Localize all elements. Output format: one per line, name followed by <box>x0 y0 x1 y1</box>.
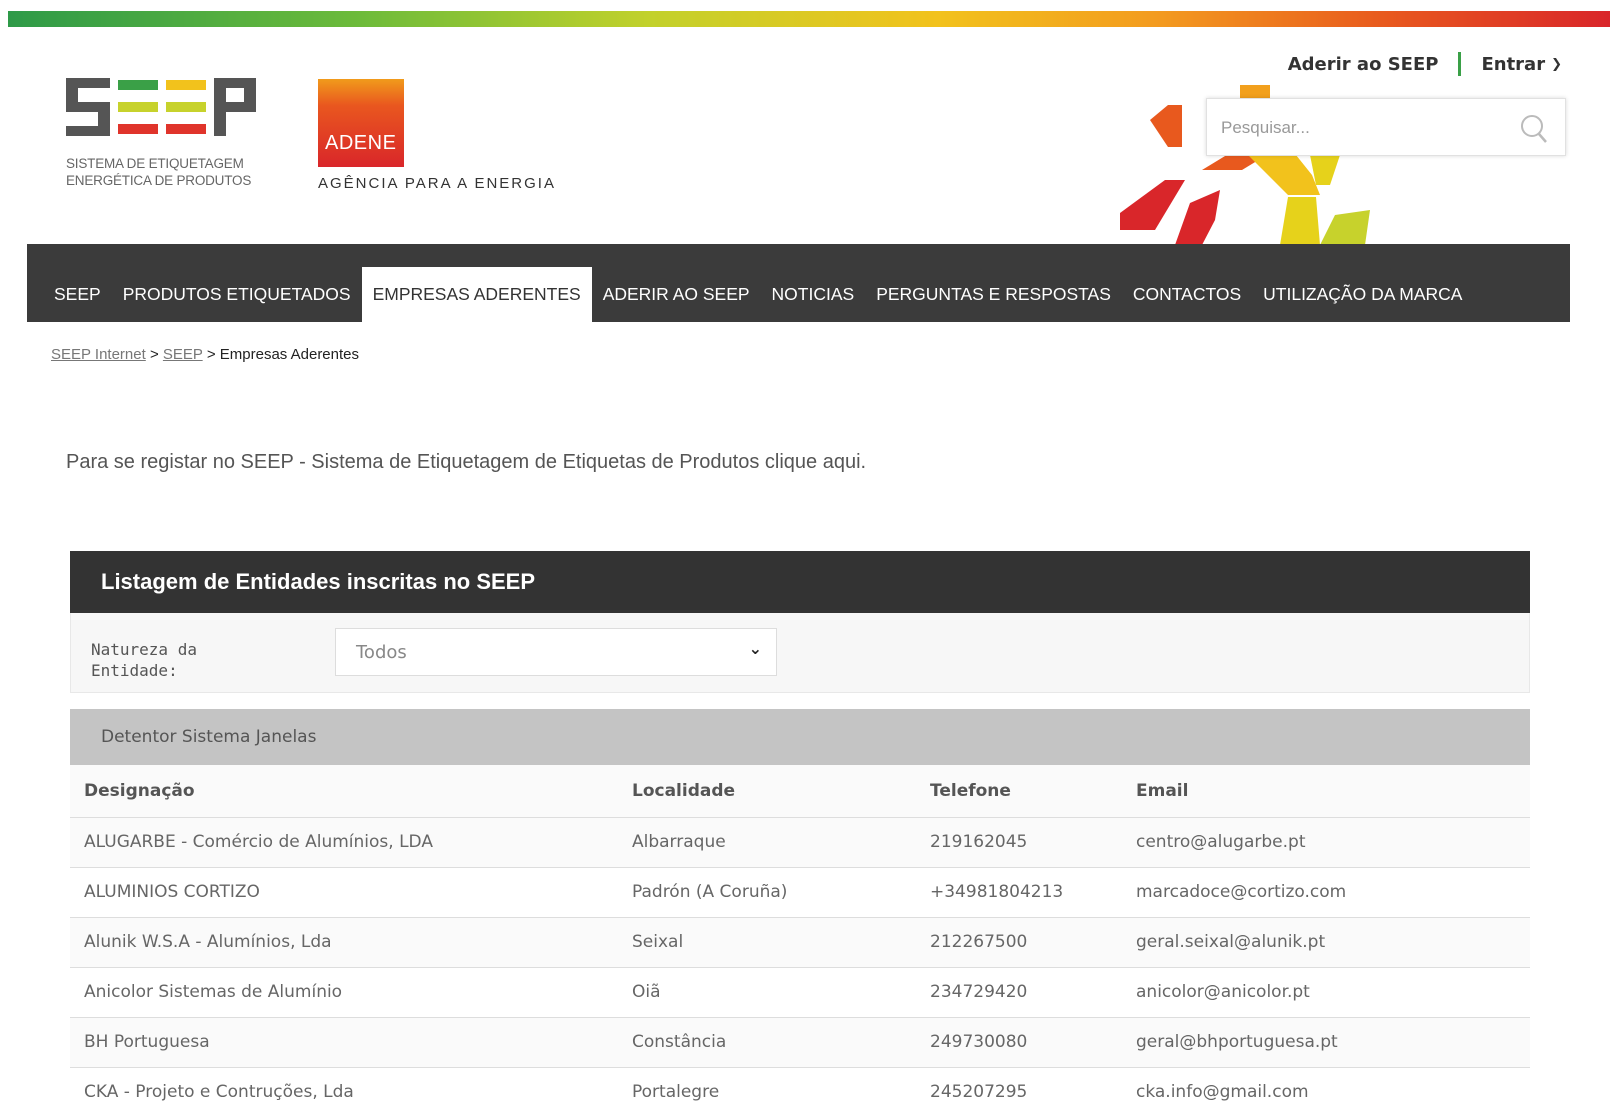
adene-logo[interactable]: ADENE AGÊNCIA PARA A ENERGIA <box>318 79 578 199</box>
column-header-telefone[interactable]: Telefone <box>916 765 1122 818</box>
seep-subtitle-line1: SISTEMA DE ETIQUETAGEM <box>66 156 244 171</box>
adene-tagline: AGÊNCIA PARA A ENERGIA <box>318 175 556 192</box>
table-header-row: Designação Localidade Telefone Email <box>70 765 1530 818</box>
main-nav: SEEP PRODUTOS ETIQUETADOS EMPRESAS ADERE… <box>27 244 1570 322</box>
nav-item-contactos[interactable]: CONTACTOS <box>1122 267 1252 322</box>
nav-item-noticias[interactable]: NOTICIAS <box>761 267 866 322</box>
join-seep-link[interactable]: Aderir ao SEEP <box>1288 54 1439 75</box>
nav-item-perguntas-e-respostas[interactable]: PERGUNTAS E RESPOSTAS <box>865 267 1122 322</box>
group-title: Detentor Sistema Janelas <box>70 709 1530 765</box>
cell-localidade: Oiã <box>618 967 916 1018</box>
cell-designacao: BH Portuguesa <box>70 1017 618 1068</box>
nav-item-seep[interactable]: SEEP <box>43 267 112 322</box>
top-links: Aderir ao SEEP Entrar ❯ <box>1288 52 1562 76</box>
seep-logo-mark <box>66 78 256 136</box>
table-row: ALUMINIOS CORTIZO Padrón (A Coruña) +349… <box>70 867 1530 918</box>
filter-row: Natureza da Entidade: Todos ⌄ <box>70 613 1530 693</box>
search-input[interactable] <box>1221 113 1511 143</box>
adene-logo-mark: ADENE <box>318 79 404 167</box>
filter-label: Natureza da Entidade: <box>91 640 197 680</box>
cell-localidade: Albarraque <box>618 817 916 868</box>
breadcrumb-current: Empresas Aderentes <box>219 346 360 363</box>
entities-table: Designação Localidade Telefone Email ALU… <box>70 765 1530 1109</box>
panel-title: Listagem de Entidades inscritas no SEEP <box>70 551 1530 613</box>
cell-localidade: Constância <box>618 1017 916 1068</box>
cell-email[interactable]: cka.info@gmail.com <box>1122 1067 1530 1109</box>
column-header-designacao[interactable]: Designação <box>70 765 618 818</box>
entities-panel: Listagem de Entidades inscritas no SEEP … <box>70 551 1530 1109</box>
cell-designacao: ALUGARBE - Comércio de Alumínios, LDA <box>70 817 618 868</box>
table-row: Alunik W.S.A - Alumínios, Lda Seixal 212… <box>70 917 1530 968</box>
breadcrumb-link-seep-internet[interactable]: SEEP Internet <box>51 346 146 363</box>
cell-designacao: ALUMINIOS CORTIZO <box>70 867 618 918</box>
chevron-down-icon: ⌄ <box>748 639 762 658</box>
table-row: Anicolor Sistemas de Alumínio Oiã 234729… <box>70 967 1530 1018</box>
breadcrumb-separator: > <box>149 346 159 363</box>
seep-logo[interactable]: SISTEMA DE ETIQUETAGEM ENERGÉTICA DE PRO… <box>66 78 266 198</box>
column-header-localidade[interactable]: Localidade <box>618 765 916 818</box>
nav-item-empresas-aderentes[interactable]: EMPRESAS ADERENTES <box>361 267 592 322</box>
seep-logo-subtitle: SISTEMA DE ETIQUETAGEM ENERGÉTICA DE PRO… <box>66 155 251 189</box>
intro-text[interactable]: Para se registar no SEEP - Sistema de Et… <box>66 451 866 474</box>
cell-telefone: 234729420 <box>916 967 1122 1018</box>
link-separator <box>1458 52 1462 76</box>
cell-designacao: Alunik W.S.A - Alumínios, Lda <box>70 917 618 968</box>
cell-telefone: +34981804213 <box>916 867 1122 918</box>
cell-email[interactable]: centro@alugarbe.pt <box>1122 817 1530 868</box>
search-box <box>1206 98 1566 156</box>
cell-telefone: 245207295 <box>916 1067 1122 1109</box>
cell-email[interactable]: geral.seixal@alunik.pt <box>1122 917 1530 968</box>
column-header-email[interactable]: Email <box>1122 765 1530 818</box>
adene-logo-name: ADENE <box>325 132 397 154</box>
cell-email[interactable]: geral@bhportuguesa.pt <box>1122 1017 1530 1068</box>
nav-item-aderir-ao-seep[interactable]: ADERIR AO SEEP <box>592 267 761 322</box>
breadcrumb: SEEP Internet > SEEP > Empresas Aderente… <box>51 346 359 363</box>
brand-color-strip <box>8 11 1610 27</box>
table-row: CKA - Projeto e Contruções, Lda Portaleg… <box>70 1067 1530 1109</box>
cell-telefone: 212267500 <box>916 917 1122 968</box>
table-row: ALUGARBE - Comércio de Alumínios, LDA Al… <box>70 817 1530 868</box>
search-icon[interactable] <box>1519 113 1549 145</box>
breadcrumb-separator: > <box>206 346 216 363</box>
cell-localidade: Portalegre <box>618 1067 916 1109</box>
login-link[interactable]: Entrar <box>1481 54 1545 75</box>
cell-email[interactable]: anicolor@anicolor.pt <box>1122 967 1530 1018</box>
cell-email[interactable]: marcadoce@cortizo.com <box>1122 867 1530 918</box>
cell-telefone: 249730080 <box>916 1017 1122 1068</box>
seep-subtitle-line2: ENERGÉTICA DE PRODUTOS <box>66 173 252 188</box>
table-row: BH Portuguesa Constância 249730080 geral… <box>70 1017 1530 1068</box>
cell-localidade: Padrón (A Coruña) <box>618 867 916 918</box>
nav-item-utilizacao-da-marca[interactable]: UTILIZAÇÃO DA MARCA <box>1252 267 1473 322</box>
entity-type-select[interactable]: Todos ⌄ <box>335 628 777 676</box>
chevron-down-icon[interactable]: ❯ <box>1551 57 1562 72</box>
nav-item-produtos-etiquetados[interactable]: PRODUTOS ETIQUETADOS <box>112 267 362 322</box>
entity-type-select-value: Todos <box>356 641 407 663</box>
breadcrumb-link-seep[interactable]: SEEP <box>163 346 203 363</box>
cell-telefone: 219162045 <box>916 817 1122 868</box>
cell-designacao: CKA - Projeto e Contruções, Lda <box>70 1067 618 1109</box>
cell-designacao: Anicolor Sistemas de Alumínio <box>70 967 618 1018</box>
cell-localidade: Seixal <box>618 917 916 968</box>
